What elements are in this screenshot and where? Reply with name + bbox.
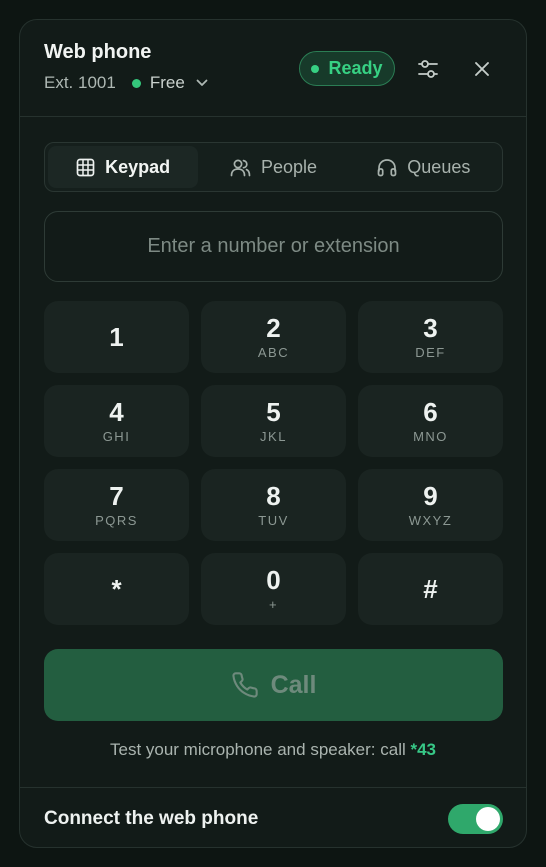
- key-star[interactable]: *: [44, 553, 189, 625]
- toggle-knob: [476, 807, 500, 831]
- settings-button[interactable]: [411, 52, 445, 86]
- key-5[interactable]: 5 JKL: [201, 385, 346, 457]
- tab-queues-label: Queues: [407, 156, 471, 177]
- key-digit: 8: [266, 481, 281, 511]
- key-hash[interactable]: #: [358, 553, 503, 625]
- key-letters: TUV: [258, 513, 289, 528]
- sliders-icon: [418, 60, 438, 78]
- close-icon: [475, 62, 489, 76]
- call-label: Call: [270, 670, 317, 699]
- key-letters: WXYZ: [408, 513, 453, 528]
- phone-icon: [231, 672, 258, 698]
- call-button[interactable]: Call: [44, 649, 503, 721]
- availability-dropdown[interactable]: Free: [150, 73, 208, 93]
- status-label: Ready: [328, 58, 383, 78]
- tab-people[interactable]: People: [198, 146, 348, 188]
- availability-label: Free: [149, 73, 185, 92]
- key-9[interactable]: 9 WXYZ: [358, 469, 503, 541]
- header: Web phone Ext. 1001 Free Ready: [20, 20, 526, 117]
- key-4[interactable]: 4 GHI: [44, 385, 189, 457]
- headset-icon: [377, 158, 397, 176]
- key-0[interactable]: 0 +: [201, 553, 346, 625]
- extension-label: Ext. 1001: [44, 73, 116, 92]
- key-1[interactable]: 1: [44, 301, 189, 373]
- key-digit: 2: [266, 313, 281, 343]
- key-letters: GHI: [102, 429, 131, 444]
- key-digit: 4: [109, 397, 124, 427]
- tab-queues[interactable]: Queues: [349, 146, 499, 188]
- footer: Connect the web phone: [20, 787, 526, 847]
- key-6[interactable]: 6 MNO: [358, 385, 503, 457]
- grid-icon: [76, 158, 95, 176]
- tab-bar: Keypad People Queues: [44, 142, 503, 192]
- availability-dot: [131, 78, 141, 88]
- key-letters: JKL: [260, 429, 287, 444]
- connect-toggle[interactable]: [448, 804, 503, 834]
- number-input[interactable]: [44, 211, 503, 282]
- ready-dot: [311, 64, 320, 73]
- key-letters: MNO: [413, 429, 448, 444]
- key-digit: 0: [266, 565, 281, 595]
- key-3[interactable]: 3 DEF: [358, 301, 503, 373]
- key-letters: DEF: [415, 345, 446, 360]
- chevron-down-icon: [196, 79, 208, 86]
- echo-test-code[interactable]: *43: [410, 740, 436, 759]
- status-badge: Ready: [299, 51, 395, 86]
- key-8[interactable]: 8 TUV: [201, 469, 346, 541]
- key-letters: ABC: [257, 345, 290, 360]
- key-letters: +: [268, 597, 279, 612]
- connect-label: Connect the web phone: [44, 808, 259, 829]
- panel-title: Web phone: [44, 41, 152, 63]
- close-button[interactable]: [465, 52, 499, 86]
- key-letters: PQRS: [95, 513, 138, 528]
- people-icon: [230, 159, 251, 176]
- key-7[interactable]: 7 PQRS: [44, 469, 189, 541]
- tab-keypad-label: Keypad: [105, 156, 171, 177]
- key-digit: 7: [109, 481, 124, 511]
- mic-test-hint: Test your microphone and speaker: call *…: [20, 740, 526, 760]
- key-digit: *: [111, 574, 122, 604]
- key-digit: #: [423, 574, 438, 604]
- web-phone-panel: Web phone Ext. 1001 Free Ready Keypad Pe…: [19, 19, 527, 848]
- key-digit: 5: [266, 397, 281, 427]
- key-digit: 6: [423, 397, 438, 427]
- extension-line: Ext. 1001 Free: [44, 73, 208, 93]
- hint-text: Test your microphone and speaker: call: [109, 740, 411, 759]
- tab-people-label: People: [260, 156, 318, 177]
- key-2[interactable]: 2 ABC: [201, 301, 346, 373]
- key-digit: 9: [423, 481, 438, 511]
- key-digit: 1: [109, 322, 124, 352]
- tab-keypad[interactable]: Keypad: [48, 146, 199, 188]
- key-digit: 3: [423, 313, 438, 343]
